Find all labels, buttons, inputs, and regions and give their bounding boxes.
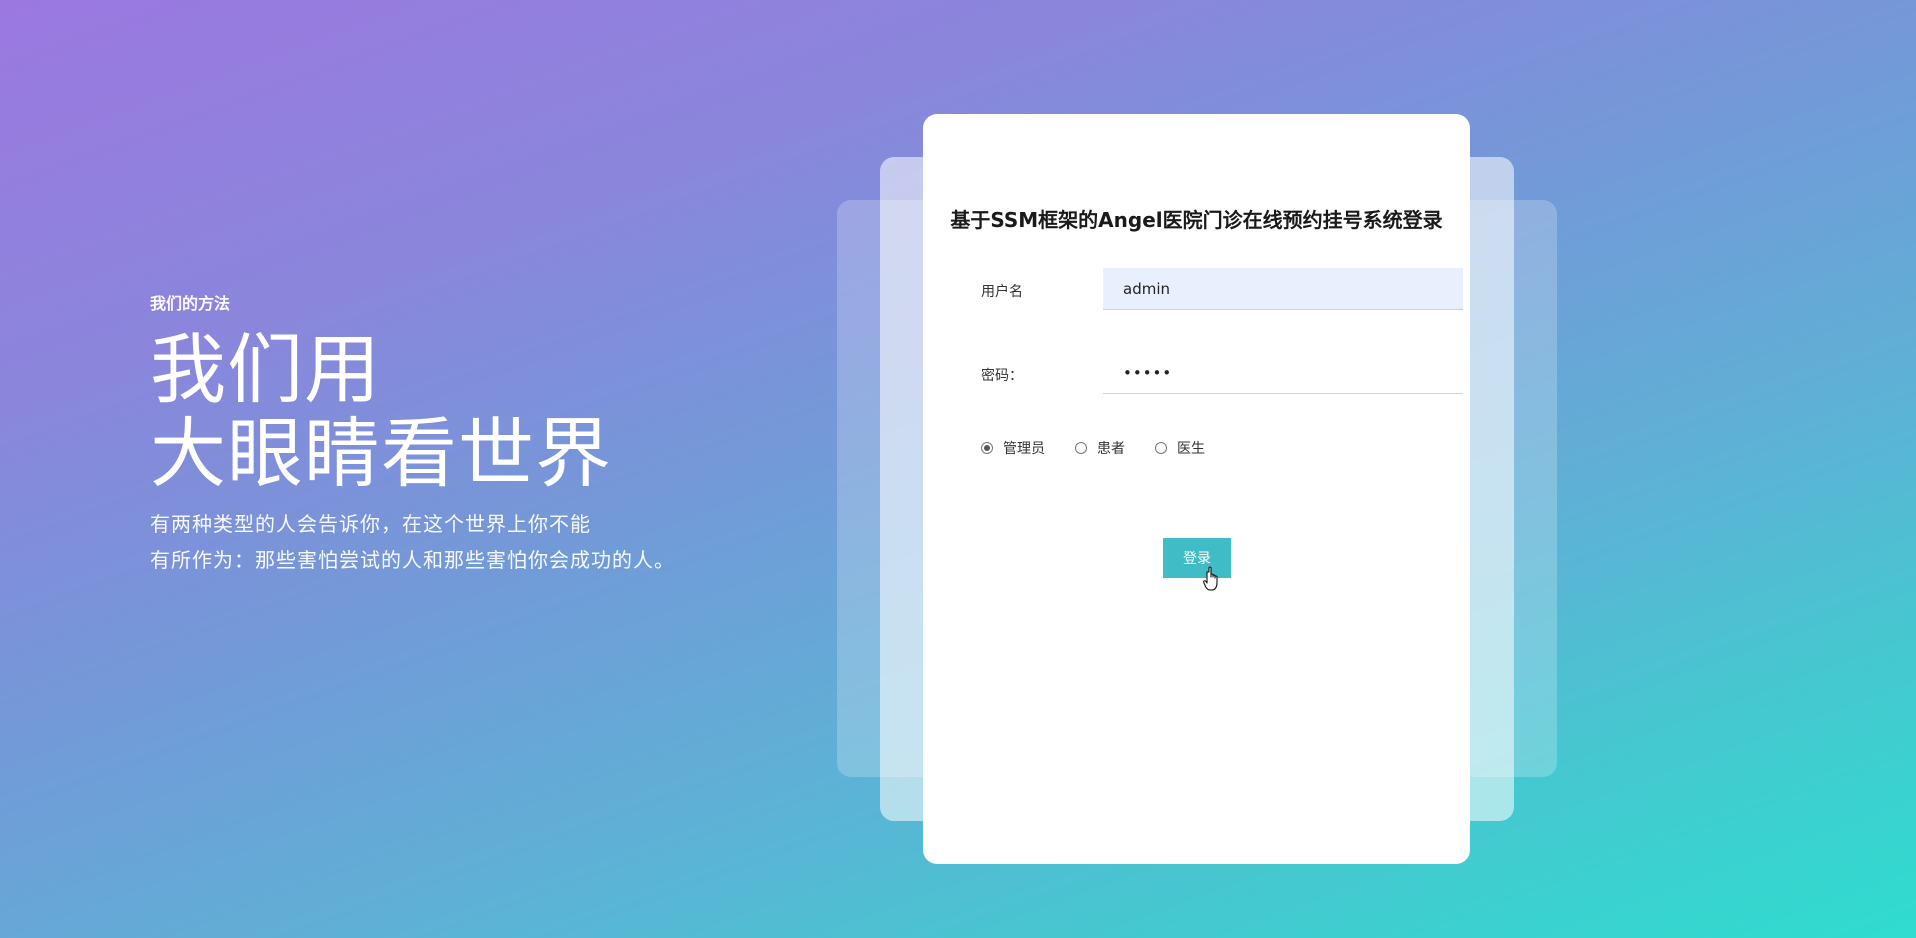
password-input[interactable] <box>1103 352 1463 394</box>
role-option-admin[interactable]: 管理员 <box>981 438 1045 458</box>
login-title: 基于SSM框架的Angel医院门诊在线预约挂号系统登录 <box>950 208 1443 232</box>
hero-desc-line1: 有两种类型的人会告诉你，在这个世界上你不能 <box>150 512 591 536</box>
username-row: 用户名 <box>981 268 1463 312</box>
username-input[interactable] <box>1103 268 1463 310</box>
hero-headline: 我们用 大眼睛看世界 <box>150 328 675 496</box>
hero-section: 我们的方法 我们用 大眼睛看世界 有两种类型的人会告诉你，在这个世界上你不能 有… <box>150 290 675 578</box>
role-option-doctor[interactable]: 医生 <box>1155 438 1205 458</box>
password-label: 密码： <box>981 368 1023 384</box>
role-label-doctor: 医生 <box>1177 441 1205 457</box>
hero-headline-line1: 我们用 <box>150 325 381 414</box>
username-label: 用户名 <box>981 284 1023 300</box>
hero-eyebrow: 我们的方法 <box>150 294 231 313</box>
hand-pointer-icon <box>1203 566 1218 591</box>
hero-description: 有两种类型的人会告诉你，在这个世界上你不能 有所作为：那些害怕尝试的人和那些害怕… <box>150 506 675 578</box>
role-option-patient[interactable]: 患者 <box>1075 438 1125 458</box>
password-row: 密码： <box>981 352 1463 396</box>
radio-doctor[interactable] <box>1155 442 1167 454</box>
login-card: 基于SSM框架的Angel医院门诊在线预约挂号系统登录 用户名 密码： 管理员 … <box>923 114 1470 864</box>
role-selector: 管理员 患者 医生 <box>981 438 1235 458</box>
role-label-admin: 管理员 <box>1003 441 1045 457</box>
role-label-patient: 患者 <box>1097 441 1125 457</box>
hero-headline-line2: 大眼睛看世界 <box>150 409 612 498</box>
radio-admin[interactable] <box>981 442 993 454</box>
radio-patient[interactable] <box>1075 442 1087 454</box>
hero-desc-line2: 有所作为：那些害怕尝试的人和那些害怕你会成功的人。 <box>150 548 675 572</box>
